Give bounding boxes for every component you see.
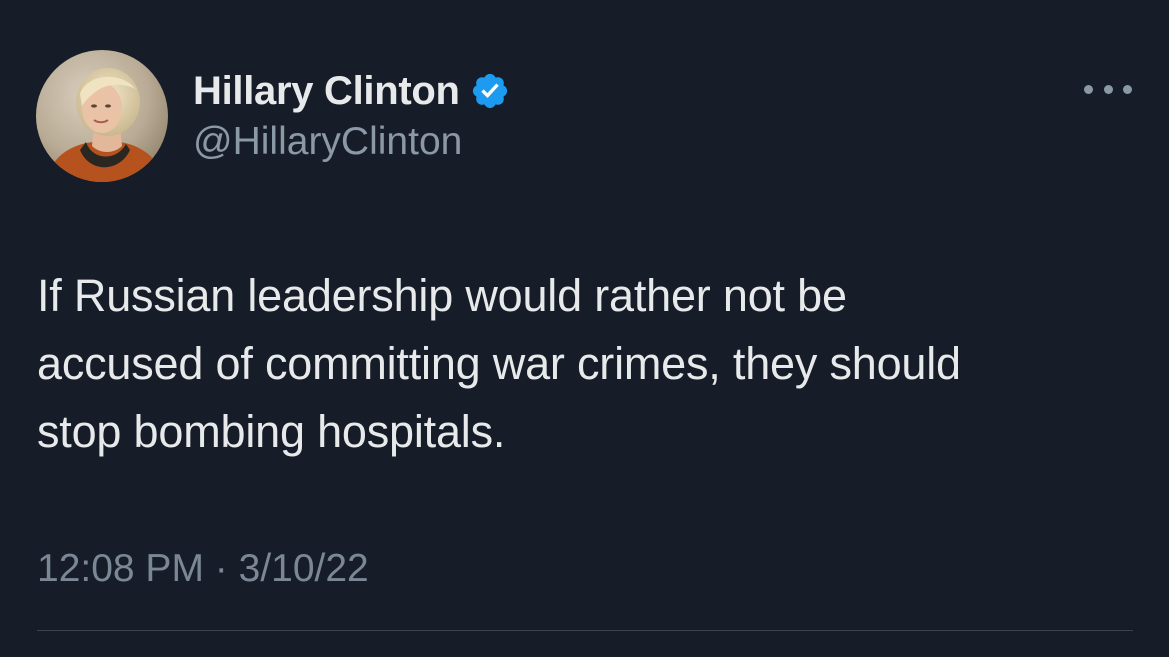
tweet-text-line: If Russian leadership would rather not b… — [37, 270, 847, 321]
more-horizontal-icon[interactable] — [1084, 74, 1132, 104]
tweet-text-line: stop bombing hospitals. — [37, 406, 506, 457]
divider — [37, 630, 1133, 631]
display-name[interactable]: Hillary Clinton — [193, 69, 460, 114]
tweet-time[interactable]: 12:08 PM — [37, 547, 204, 590]
more-dot — [1123, 84, 1132, 94]
tweet-text-line: accused of committing war crimes, they s… — [37, 338, 961, 389]
tweet-timestamp: 12:08 PM · 3/10/22 — [37, 547, 369, 591]
more-dot — [1084, 84, 1093, 94]
verified-badge-icon — [470, 71, 510, 111]
tweet-date[interactable]: 3/10/22 — [239, 547, 369, 590]
timestamp-separator: · — [214, 547, 228, 590]
author-handle[interactable]: @HillaryClinton — [193, 120, 462, 164]
profile-photo-icon — [36, 50, 168, 182]
author-name-row: Hillary Clinton — [193, 66, 510, 116]
tweet-text: If Russian leadership would rather not b… — [37, 262, 1137, 466]
more-dot — [1103, 84, 1113, 94]
tweet-card: Hillary Clinton @HillaryClinton If Russi… — [0, 0, 1169, 657]
avatar[interactable] — [36, 50, 168, 182]
